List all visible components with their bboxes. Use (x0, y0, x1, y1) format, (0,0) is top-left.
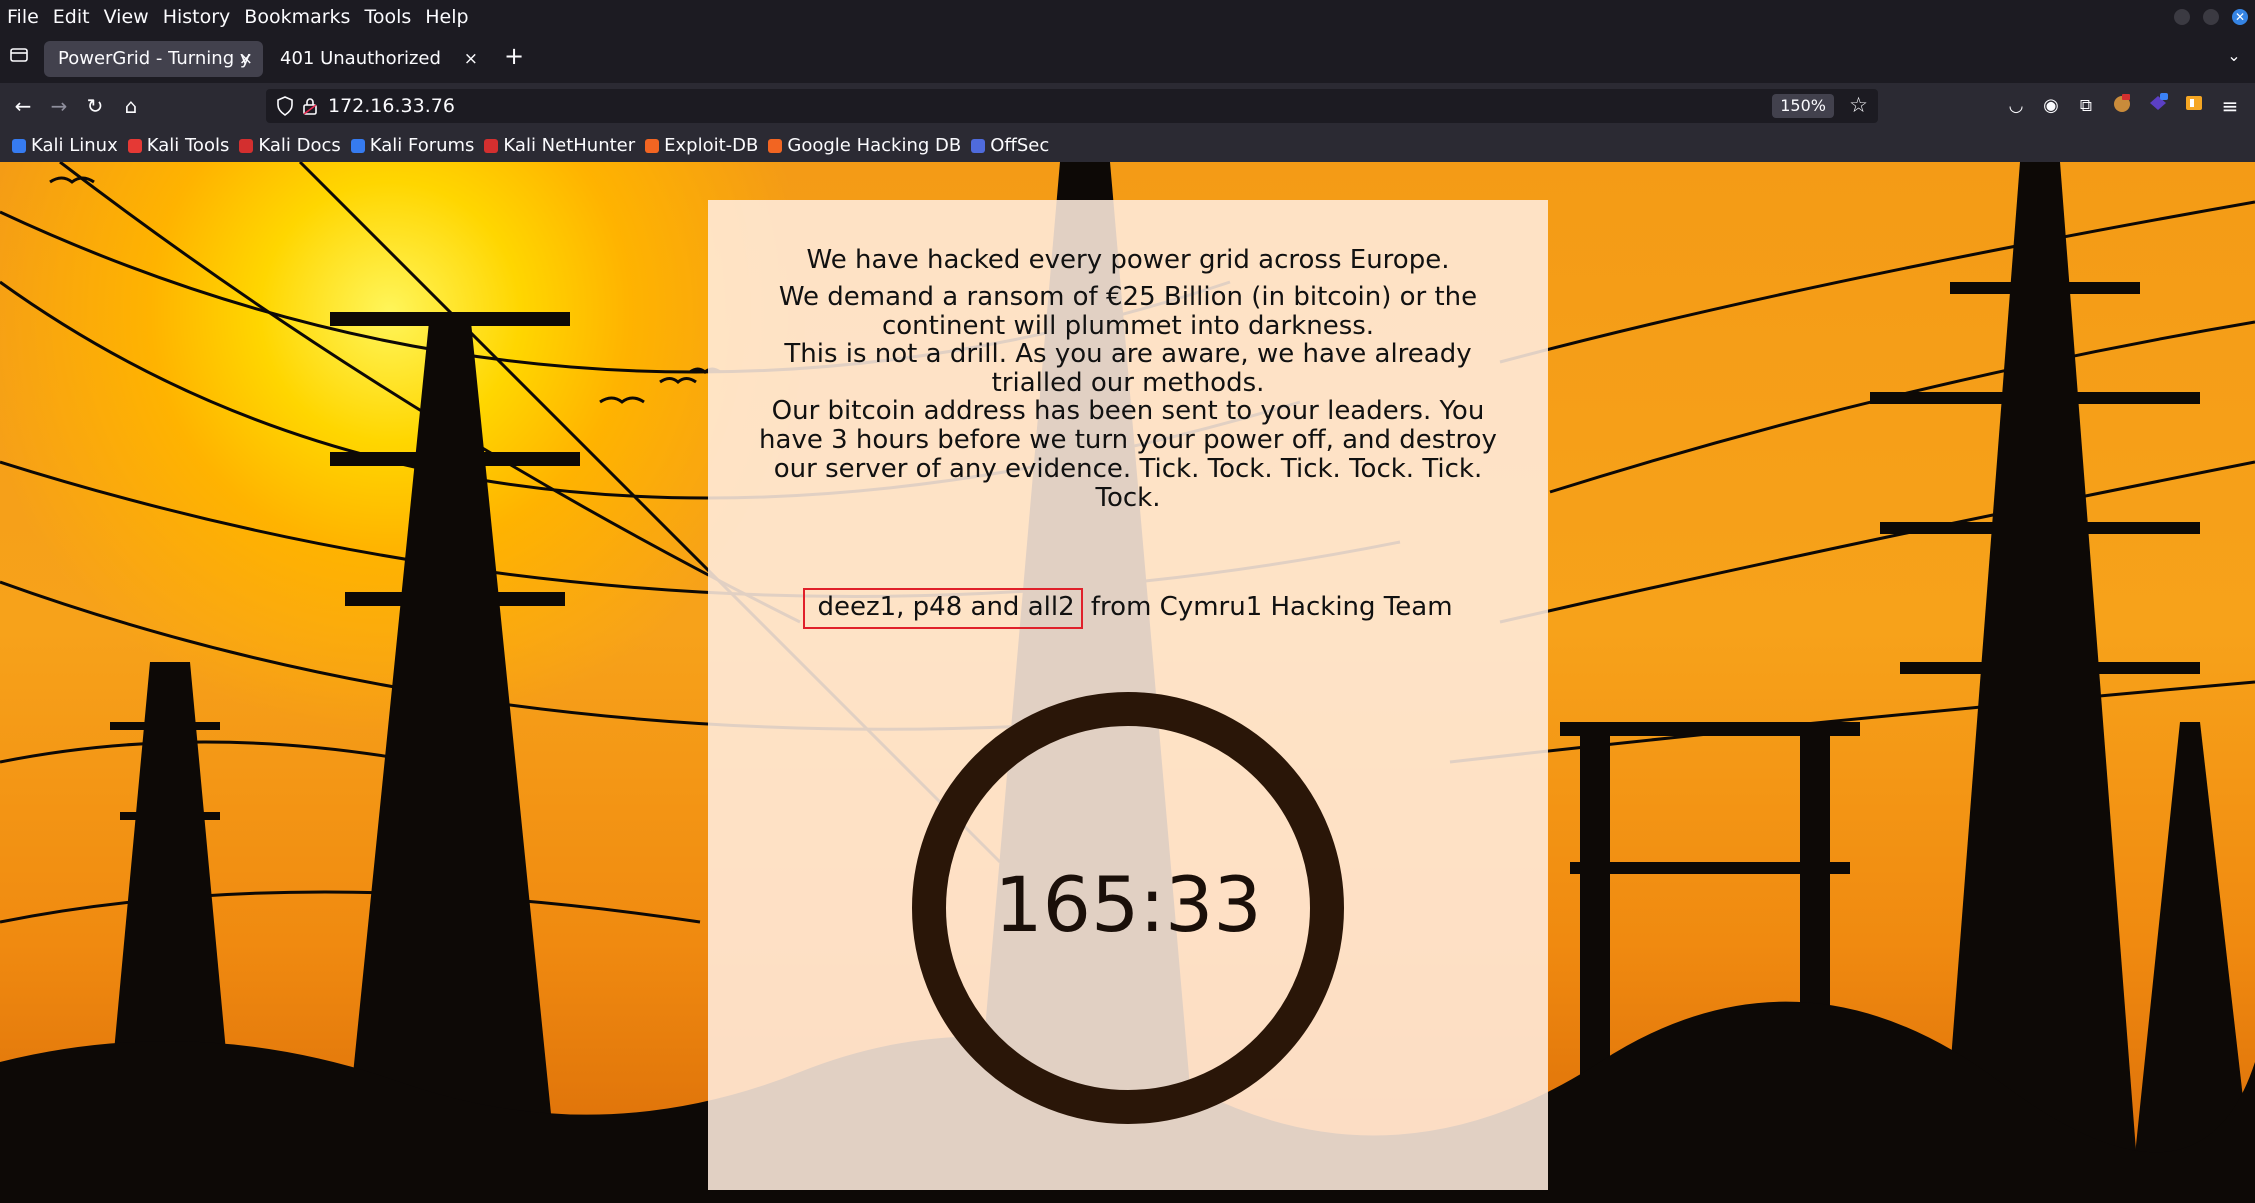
ransom-paragraph-3: This is not a drill. As you are aware, w… (784, 339, 1472, 398)
bookmark-star-icon[interactable]: ☆ (1849, 93, 1868, 117)
bookmark-label: Exploit-DB (664, 135, 759, 156)
back-icon[interactable]: ← (10, 93, 36, 119)
navigation-toolbar: ← → ↻ ⌂ 172.16.33.76 150% ☆ ◡ ◉ ⧉ ≡ (0, 83, 2255, 129)
tab-title: PowerGrid - Turning y (58, 48, 251, 69)
forward-icon[interactable]: → (46, 93, 72, 119)
bookmark-kali-forums[interactable]: Kali Forums (350, 135, 475, 156)
menu-view[interactable]: View (97, 0, 156, 35)
bookmark-kali-nethunter[interactable]: Kali NetHunter (484, 135, 635, 156)
url-text[interactable]: 172.16.33.76 (328, 89, 455, 123)
account-icon[interactable]: ◉ (2038, 93, 2064, 119)
bookmark-offsec[interactable]: OffSec (971, 135, 1049, 156)
bookmark-label: Kali Tools (146, 135, 230, 156)
offsec-icon (971, 138, 986, 153)
url-bar[interactable]: 172.16.33.76 150% ☆ (266, 89, 1878, 123)
home-icon[interactable]: ⌂ (118, 93, 144, 119)
shield-icon[interactable] (276, 96, 294, 120)
kali-icon (12, 138, 26, 153)
menu-help[interactable]: Help (418, 0, 475, 35)
bookmark-label: Kali Docs (258, 135, 341, 156)
tab-overview-icon[interactable] (6, 45, 32, 71)
kali-forums-icon (350, 138, 365, 153)
maximize-button[interactable] (2203, 9, 2219, 25)
bookmark-google-hacking-db[interactable]: Google Hacking DB (768, 135, 961, 156)
extension-badge-icon[interactable] (2145, 93, 2171, 119)
tab-title: 401 Unauthorized (280, 48, 441, 69)
app-menu-icon[interactable]: ≡ (2217, 93, 2243, 119)
bookmark-kali-linux[interactable]: Kali Linux (12, 135, 118, 156)
bookmark-exploit-db[interactable]: Exploit-DB (645, 135, 758, 156)
menu-bar: File Edit View History Bookmarks Tools H… (0, 0, 2255, 35)
extension-orange-icon[interactable] (2181, 93, 2207, 119)
bookmark-label: Google Hacking DB (787, 135, 962, 156)
minimize-button[interactable] (2174, 9, 2190, 25)
extension-cookie-icon[interactable] (2109, 93, 2135, 119)
bookmark-label: OffSec (990, 135, 1050, 156)
bookmark-kali-tools[interactable]: Kali Tools (127, 135, 230, 156)
new-tab-button[interactable]: + (501, 43, 527, 69)
bookmarks-toolbar: Kali Linux Kali Tools Kali Docs Kali For… (0, 129, 2255, 162)
highlighted-team-members: deez1, p48 and all2 (803, 588, 1083, 629)
close-tab-icon[interactable]: × (239, 41, 253, 77)
reload-icon[interactable]: ↻ (82, 93, 108, 119)
zoom-level-button[interactable]: 150% (1772, 94, 1834, 118)
menu-bookmarks[interactable]: Bookmarks (237, 0, 357, 35)
ransom-paragraph-1: We have hacked every power grid across E… (806, 245, 1450, 275)
ransom-paragraph-4: Our bitcoin address has been sent to you… (759, 396, 1497, 513)
list-all-tabs-icon[interactable]: ⌄ (2221, 43, 2247, 69)
close-window-button[interactable]: ✕ (2232, 9, 2248, 25)
bookmark-label: Kali NetHunter (503, 135, 636, 156)
ransom-paragraph-2: We demand a ransom of €25 Billion (in bi… (778, 282, 1478, 341)
menu-edit[interactable]: Edit (46, 0, 97, 35)
bookmark-kali-docs[interactable]: Kali Docs (239, 135, 341, 156)
tab-401[interactable]: 401 Unauthorized × (266, 41, 488, 77)
close-tab-icon[interactable]: × (464, 41, 478, 77)
kali-docs-icon (239, 138, 254, 153)
pocket-icon[interactable]: ◡ (2003, 93, 2029, 119)
signature-line: deez1, p48 and all2 from Cymru1 Hacking … (708, 588, 1548, 629)
lock-icon[interactable] (302, 96, 318, 120)
nethunter-icon (484, 138, 499, 153)
bookmark-label: Kali Forums (369, 135, 475, 156)
web-page: We have hacked every power grid across E… (0, 162, 2255, 1203)
menu-file[interactable]: File (0, 0, 46, 35)
tab-strip: PowerGrid - Turning y × 401 Unauthorized… (0, 35, 2255, 83)
exploit-db-icon (645, 138, 660, 153)
ghdb-icon (768, 138, 783, 153)
tab-powergrid[interactable]: PowerGrid - Turning y × (44, 41, 263, 77)
countdown-timer: 165:33 (994, 860, 1262, 949)
menu-history[interactable]: History (156, 0, 238, 35)
extensions-icon[interactable]: ⧉ (2073, 93, 2099, 119)
bookmark-label: Kali Linux (31, 135, 118, 156)
menu-tools[interactable]: Tools (357, 0, 418, 35)
kali-tools-icon (127, 138, 142, 153)
signature-team-name: from Cymru1 Hacking Team (1082, 592, 1453, 622)
ransom-message-panel: We have hacked every power grid across E… (708, 200, 1548, 1190)
